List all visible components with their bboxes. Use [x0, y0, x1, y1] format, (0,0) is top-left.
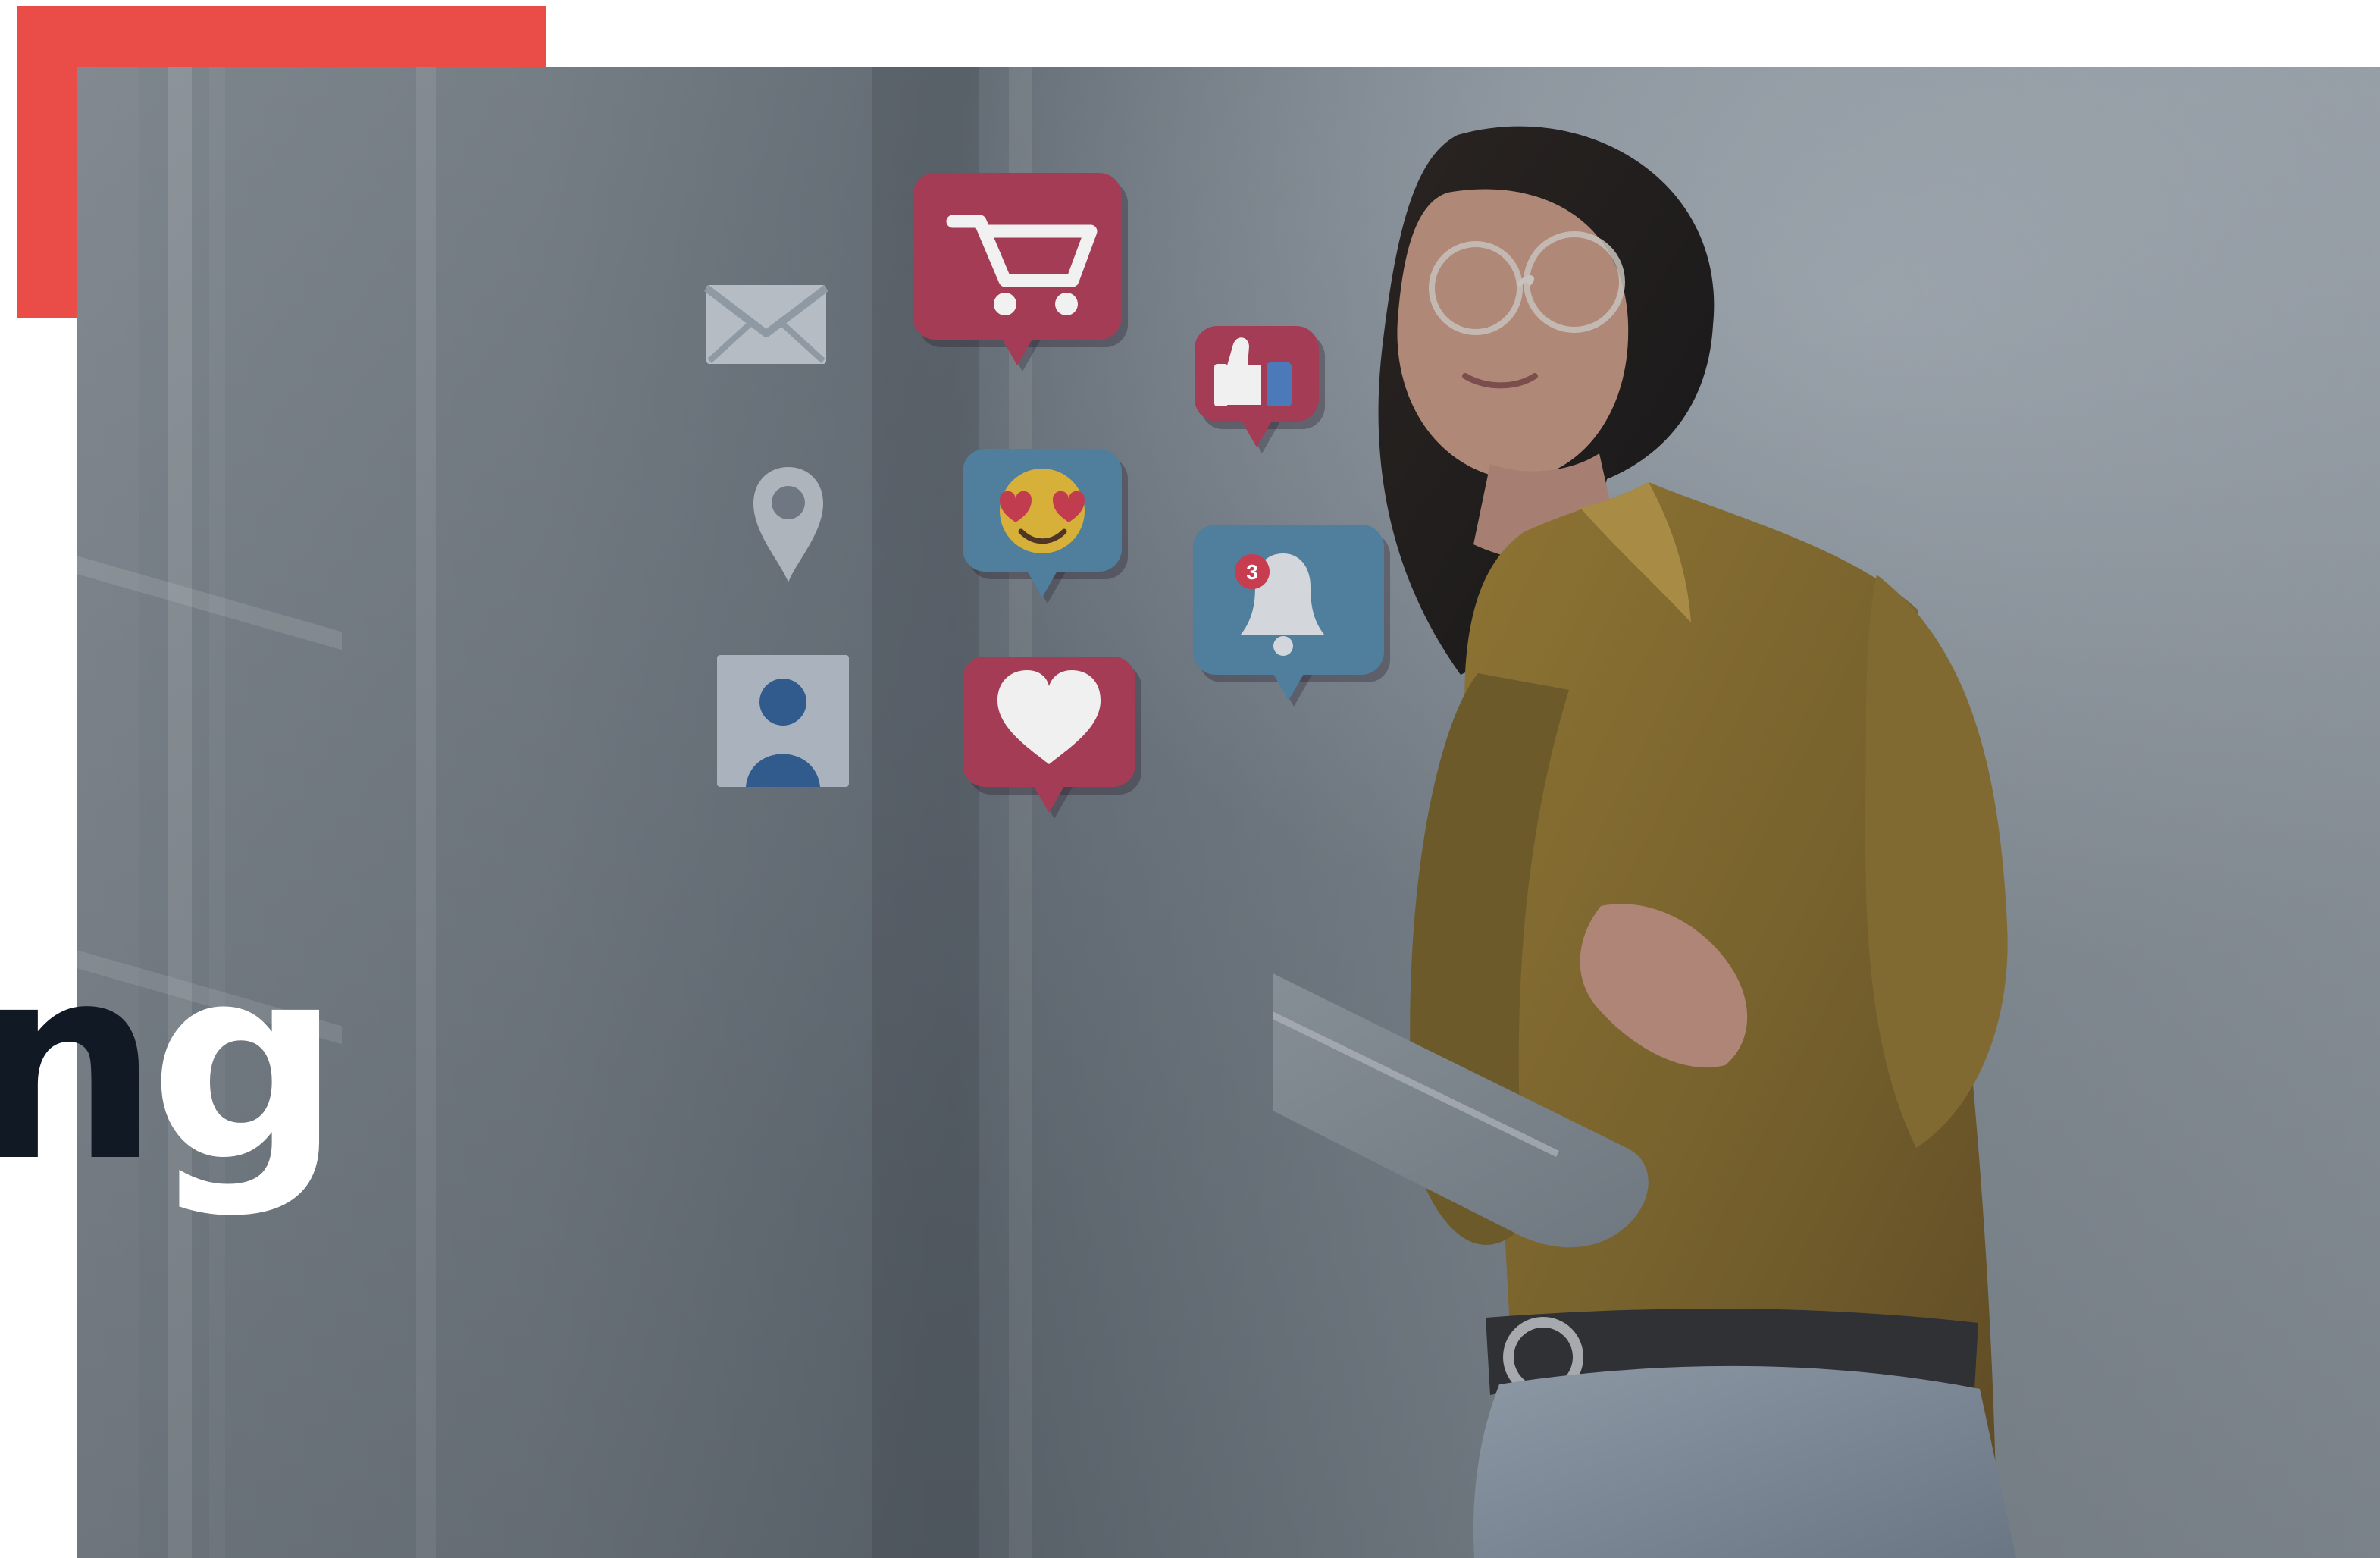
window-frame [168, 67, 192, 1558]
location-pin-icon [753, 467, 823, 582]
headline-fragment-dark-letter: n [0, 907, 160, 1221]
profile-icon [717, 655, 849, 787]
notification-count: 3 [1246, 560, 1258, 584]
woman-holding-tablet [1273, 126, 2016, 1558]
marketing-hero-image: ng 3 [0, 0, 2380, 1558]
heart-eyes-emoji-icon [963, 449, 1122, 572]
window-frame [416, 67, 436, 1558]
shopping-cart-icon [913, 173, 1122, 340]
envelope-icon [703, 285, 829, 364]
window-frame [77, 556, 342, 650]
headline-fragment: ng [0, 929, 342, 1309]
jeans [1473, 1365, 2016, 1558]
thumbs-up-icon [1195, 326, 1319, 422]
headline-fragment-light-letter: g [149, 907, 342, 1221]
notification-bell-icon: 3 [1193, 525, 1384, 675]
heart-icon [963, 657, 1135, 787]
shirt-right-sleeve [1865, 575, 2008, 1148]
